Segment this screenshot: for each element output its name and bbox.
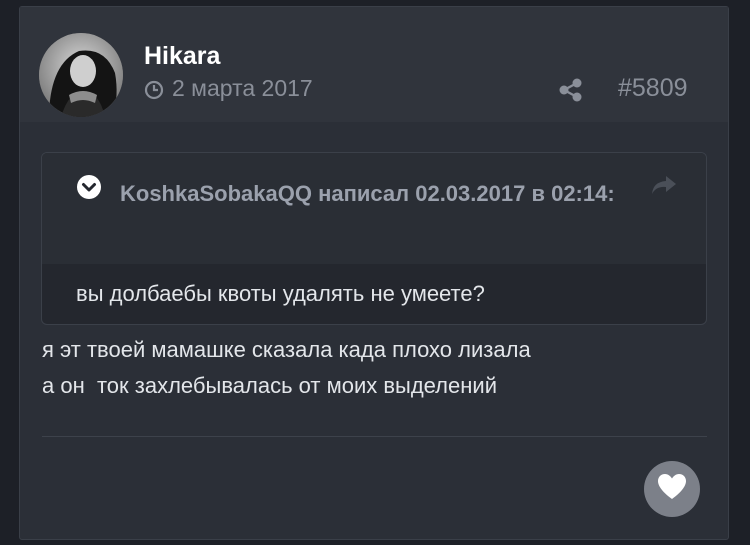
author-name[interactable]: Hikara: [144, 42, 220, 71]
post-header: Hikara 2 марта 2017 #5809: [20, 7, 728, 122]
quote-block: KoshkaSobakaQQ написал 02.03.2017 в 02:1…: [41, 152, 707, 325]
post-date-text: 2 марта 2017: [172, 75, 313, 101]
author-avatar[interactable]: [39, 33, 123, 117]
like-button[interactable]: [644, 461, 700, 517]
quote-attribution: KoshkaSobakaQQ написал 02.03.2017 в 02:1…: [120, 181, 615, 206]
quote-text: вы долбаебы квоты удалять не умеете?: [76, 281, 485, 306]
chevron-down-circle-icon[interactable]: [76, 174, 102, 200]
heart-icon: [657, 473, 687, 505]
reply-arrow-icon[interactable]: [650, 174, 678, 196]
share-icon[interactable]: [558, 77, 584, 103]
post-number-link[interactable]: #5809: [618, 74, 688, 103]
clock-icon: [144, 79, 164, 99]
post-message: я эт твоей мамашке сказала када плохо ли…: [42, 337, 531, 398]
post-date: 2 марта 2017: [144, 75, 313, 102]
quote-header: KoshkaSobakaQQ написал 02.03.2017 в 02:1…: [42, 153, 706, 264]
post-divider: [42, 436, 707, 437]
post-card: Hikara 2 марта 2017 #5809 KoshkaSobakaQQ…: [19, 6, 729, 540]
